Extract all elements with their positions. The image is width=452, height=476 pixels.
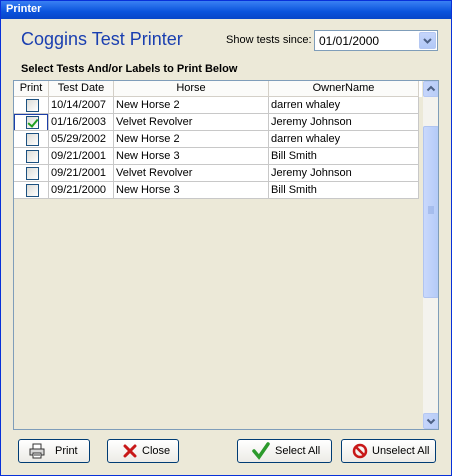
select-all-label: Select All: [275, 445, 321, 457]
close-button[interactable]: Close: [107, 439, 179, 463]
scroll-thumb[interactable]: [423, 126, 438, 298]
print-button[interactable]: Print: [18, 439, 90, 463]
chevron-down-icon: [426, 418, 436, 425]
show-since-label: Show tests since:: [226, 34, 312, 46]
horse-cell[interactable]: New Horse 2: [114, 97, 269, 114]
horse-cell[interactable]: New Horse 3: [114, 148, 269, 165]
owner-cell[interactable]: Bill Smith: [269, 148, 419, 165]
green-check-icon: [252, 442, 270, 460]
printer-icon: [29, 443, 45, 459]
print-cell[interactable]: [14, 182, 49, 199]
print-checkbox[interactable]: [26, 167, 39, 180]
print-cell[interactable]: [14, 114, 49, 131]
table-row[interactable]: 09/21/2000 New Horse 3 Bill Smith: [14, 182, 419, 199]
show-since-dropdown[interactable]: 01/01/2000: [314, 30, 438, 51]
test-date-cell[interactable]: 09/21/2000: [49, 182, 114, 199]
horse-cell[interactable]: Velvet Revolver: [114, 165, 269, 182]
unselect-all-button[interactable]: Unselect All: [341, 439, 436, 463]
horse-cell[interactable]: Velvet Revolver: [114, 114, 269, 131]
print-checkbox[interactable]: [26, 99, 39, 112]
column-header-print[interactable]: Print: [14, 81, 49, 97]
select-all-button[interactable]: Select All: [237, 439, 332, 463]
print-checkbox[interactable]: [26, 150, 39, 163]
dropdown-button[interactable]: [419, 32, 436, 49]
test-date-cell[interactable]: 10/14/2007: [49, 97, 114, 114]
unselect-all-label: Unselect All: [372, 445, 430, 457]
print-cell[interactable]: [14, 97, 49, 114]
horse-cell[interactable]: New Horse 2: [114, 131, 269, 148]
scroll-up-button[interactable]: [423, 81, 438, 97]
show-since-value: 01/01/2000: [319, 34, 380, 48]
test-date-cell[interactable]: 05/29/2002: [49, 131, 114, 148]
grip-icon: [428, 206, 434, 214]
print-cell[interactable]: [14, 165, 49, 182]
scroll-down-button[interactable]: [423, 413, 438, 429]
owner-cell[interactable]: Jeremy Johnson: [269, 114, 419, 131]
table-row[interactable]: 05/29/2002 New Horse 2 darren whaley: [14, 131, 419, 148]
no-symbol-icon: [352, 443, 368, 459]
print-cell[interactable]: [14, 148, 49, 165]
column-header-horse[interactable]: Horse: [114, 81, 269, 97]
print-label: Print: [55, 445, 78, 457]
chevron-down-icon: [423, 38, 432, 44]
print-cell[interactable]: [14, 131, 49, 148]
owner-cell[interactable]: Jeremy Johnson: [269, 165, 419, 182]
column-header-test-date[interactable]: Test Date: [49, 81, 114, 97]
test-date-cell[interactable]: 09/21/2001: [49, 165, 114, 182]
test-date-cell[interactable]: 01/16/2003: [49, 114, 114, 131]
owner-cell[interactable]: darren whaley: [269, 97, 419, 114]
column-header-owner[interactable]: OwnerName: [269, 81, 419, 97]
print-checkbox[interactable]: [26, 133, 39, 146]
focus-outline: [14, 114, 48, 130]
table-row[interactable]: 10/14/2007 New Horse 2 darren whaley: [14, 97, 419, 114]
chevron-up-icon: [426, 85, 436, 92]
window-title: Printer: [1, 1, 451, 19]
vertical-scrollbar[interactable]: [423, 81, 438, 429]
print-checkbox[interactable]: [26, 184, 39, 197]
section-label: Select Tests And/or Labels to Print Belo…: [21, 63, 238, 75]
owner-cell[interactable]: Bill Smith: [269, 182, 419, 199]
printer-window: Printer Coggins Test Printer Show tests …: [0, 0, 452, 476]
table-row[interactable]: 09/21/2001 New Horse 3 Bill Smith: [14, 148, 419, 165]
close-label: Close: [142, 445, 171, 457]
table-row[interactable]: 01/16/2003 Velvet Revolver Jeremy Johnson: [14, 114, 419, 131]
grid-header: Print Test Date Horse OwnerName: [14, 81, 422, 97]
page-title: Coggins Test Printer: [21, 29, 183, 49]
owner-cell[interactable]: darren whaley: [269, 131, 419, 148]
test-date-cell[interactable]: 09/21/2001: [49, 148, 114, 165]
tests-grid: Print Test Date Horse OwnerName 10/14/20…: [13, 80, 439, 430]
horse-cell[interactable]: New Horse 3: [114, 182, 269, 199]
table-row[interactable]: 09/21/2001 Velvet Revolver Jeremy Johnson: [14, 165, 419, 182]
red-x-icon: [122, 443, 138, 459]
